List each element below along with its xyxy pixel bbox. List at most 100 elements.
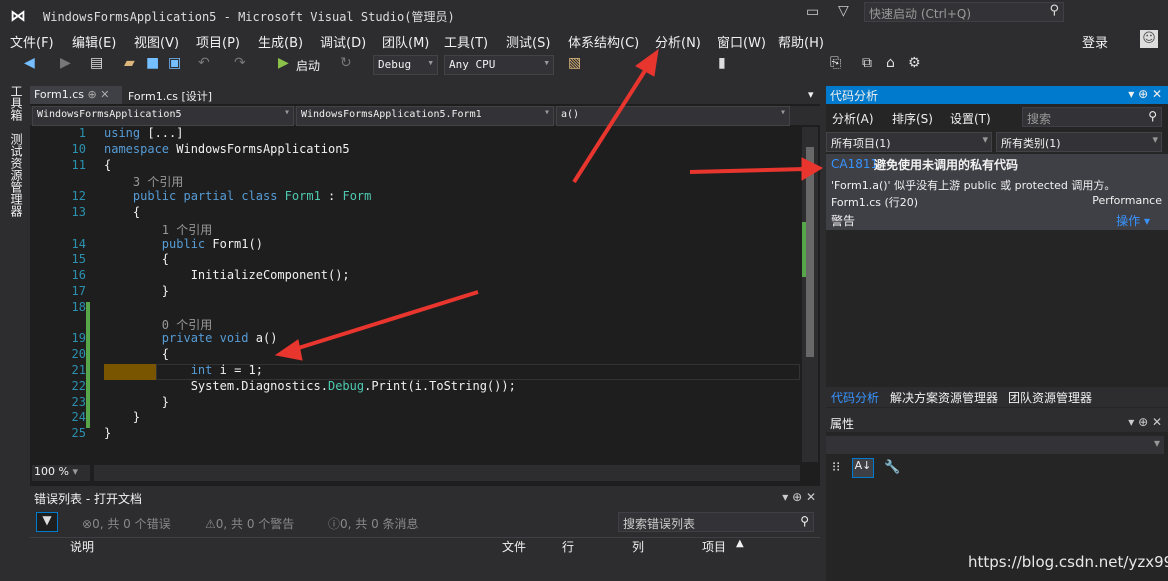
menu-architecture[interactable]: 体系结构(C) [568,32,639,51]
tool-icon[interactable]: ⌂ [886,55,895,75]
messages-filter[interactable]: ⓘ0, 共 0 条消息 [328,515,419,532]
code-line[interactable]: 1 using [...] [30,126,800,142]
menu-help[interactable]: 帮助(H) [778,32,824,51]
code-line[interactable]: 12 public partial class Form1 : Form [30,189,800,205]
tab-overflow-icon[interactable]: ▾ [804,86,818,104]
code-line[interactable]: 11 { [30,158,800,174]
tab-team-explorer[interactable]: 团队资源管理器 [1008,389,1092,406]
error-filter-button[interactable]: ▼ [36,512,58,532]
save-icon[interactable]: ■ [146,55,159,75]
menu-edit[interactable]: 编辑(E) [72,32,116,51]
configuration-select[interactable]: Debug ▾ [373,55,438,75]
alphabetical-icon[interactable]: A↓ [852,458,874,478]
pin-close-icon[interactable]: ▾ ⊕ ✕ [1128,415,1162,429]
code-line[interactable]: 21 int i = 1; [30,363,800,379]
col-project[interactable]: 项目 [702,538,726,555]
rule-id-link[interactable]: CA1811 [831,157,878,171]
code-line[interactable]: 3 个引用 [30,173,800,189]
start-icon[interactable]: ▶ [278,55,289,75]
analysis-search-input[interactable]: 搜索 ⚲ [1022,107,1162,127]
analyze-menu[interactable]: 分析(A) [832,110,874,127]
code-line[interactable]: 24 } [30,410,800,426]
project-nav-select[interactable]: WindowsFormsApplication5 ▾ [32,106,294,126]
object-select[interactable]: ▾ [826,436,1164,454]
code-line[interactable]: 14 public Form1() [30,237,800,253]
open-file-icon[interactable]: ▰ [124,55,135,75]
scrollbar-thumb[interactable] [806,147,814,357]
warnings-filter[interactable]: ⚠0, 共 0 个警告 [205,515,294,532]
forward-icon[interactable]: ▶ [60,55,71,75]
member-nav-select[interactable]: a() ▾ [556,106,790,126]
code-line[interactable]: 16 InitializeComponent(); [30,268,800,284]
find-in-files-icon[interactable]: ▧ [568,55,581,75]
tab-form1-cs[interactable]: Form1.cs ⊕ ✕ [30,86,122,104]
class-nav-select[interactable]: WindowsFormsApplication5.Form1 ▾ [296,106,554,126]
menu-team[interactable]: 团队(M) [382,32,429,51]
code-line[interactable]: 23 } [30,395,800,411]
save-all-icon[interactable]: ▣ [168,55,181,75]
feedback-icon[interactable]: ▭ [806,4,819,20]
analysis-result-item[interactable]: CA1811 避免使用未调用的私有代码 'Form1.a()' 似乎没有上游 p… [826,154,1168,230]
filter-icon[interactable]: ▽ [838,3,849,19]
menu-analyze[interactable]: 分析(N) [655,32,701,51]
start-button[interactable]: 启动 [296,57,320,77]
back-icon[interactable]: ◀ [24,55,35,75]
menu-tools[interactable]: 工具(T) [444,32,488,51]
code-line[interactable]: 1 个引用 [30,221,800,237]
col-column[interactable]: 列 [632,538,644,555]
properties-icon[interactable]: ⎘ [830,55,841,75]
pin-close-icon[interactable]: ▾ ⊕ ✕ [1128,87,1162,101]
code-line[interactable]: 15 { [30,252,800,268]
sort-menu[interactable]: 排序(S) [892,110,933,127]
sync-icon[interactable]: ⧉ [862,55,872,75]
tab-solution-explorer[interactable]: 解决方案资源管理器 [890,389,998,406]
quick-launch-input[interactable]: 快速启动 (Ctrl+Q) ⚲ [864,2,1064,22]
menu-file[interactable]: 文件(F) [10,32,54,51]
new-project-icon[interactable]: ▤ [90,55,103,75]
errors-filter[interactable]: ⊗0, 共 0 个错误 [82,515,171,532]
code-line[interactable]: 17 } [30,284,800,300]
menu-debug[interactable]: 调试(D) [320,32,366,51]
tab-code-analysis[interactable]: 代码分析 [831,389,879,406]
code-line[interactable]: 13 { [30,205,800,221]
code-line[interactable]: 25} [30,426,800,442]
rule-location[interactable]: Form1.cs (行20) [831,194,918,210]
settings-icon[interactable]: ⚙ [908,55,921,75]
actions-menu[interactable]: 操作 ▾ [1116,212,1150,229]
signin-link[interactable]: 登录 [1082,32,1108,51]
col-file[interactable]: 文件 [502,538,526,555]
vertical-scrollbar[interactable] [802,127,818,462]
tab-form1-designer[interactable]: Form1.cs [设计] [124,86,216,104]
col-line[interactable]: 行 [562,538,574,555]
col-description[interactable]: 说明 [70,538,94,555]
error-search-input[interactable]: 搜索错误列表 ⚲ [618,512,814,532]
code-line[interactable]: 20 { [30,347,800,363]
settings-menu[interactable]: 设置(T) [950,110,991,127]
menu-window[interactable]: 窗口(W) [717,32,766,51]
horizontal-scrollbar[interactable] [94,465,800,481]
avatar[interactable]: ☺ [1140,30,1158,48]
code-editor[interactable]: Form1.cs ⊕ ✕ Form1.cs [设计] ▾ WindowsForm… [30,86,820,486]
menu-view[interactable]: 视图(V) [134,32,179,51]
pin-close-icon[interactable]: ▾ ⊕ ✕ [782,490,816,504]
code-line[interactable]: 0 个引用 [30,316,800,332]
menu-project[interactable]: 项目(P) [196,32,240,51]
code-line[interactable]: 19 private void a() [30,331,800,347]
redo-icon[interactable]: ↷ [234,55,246,75]
test-explorer-tab[interactable]: 测试资源管理器 [8,133,25,217]
pin-icon[interactable]: ⊕ ✕ [87,88,109,101]
project-filter-select[interactable]: 所有项目(1) ▾ [826,132,992,152]
platform-select[interactable]: Any CPU ▾ [444,55,554,75]
refresh-icon[interactable]: ↻ [340,55,352,75]
code-line[interactable]: 10 namespace WindowsFormsApplication5 [30,142,800,158]
bookmark-icon[interactable]: ▮ [718,55,726,75]
zoom-select[interactable]: 100 % ▾ [32,465,90,481]
code-line[interactable]: 18 [30,300,800,316]
category-filter-select[interactable]: 所有类别(1) ▾ [996,132,1162,152]
categorized-icon[interactable]: ⁝⁝ [832,460,840,475]
menu-build[interactable]: 生成(B) [258,32,303,51]
property-pages-icon[interactable]: 🔧 [884,460,900,475]
code-line[interactable]: 22 System.Diagnostics.Debug.Print(i.ToSt… [30,379,800,395]
menu-test[interactable]: 测试(S) [506,32,550,51]
toolbox-tab[interactable]: 工具箱 [8,85,25,121]
